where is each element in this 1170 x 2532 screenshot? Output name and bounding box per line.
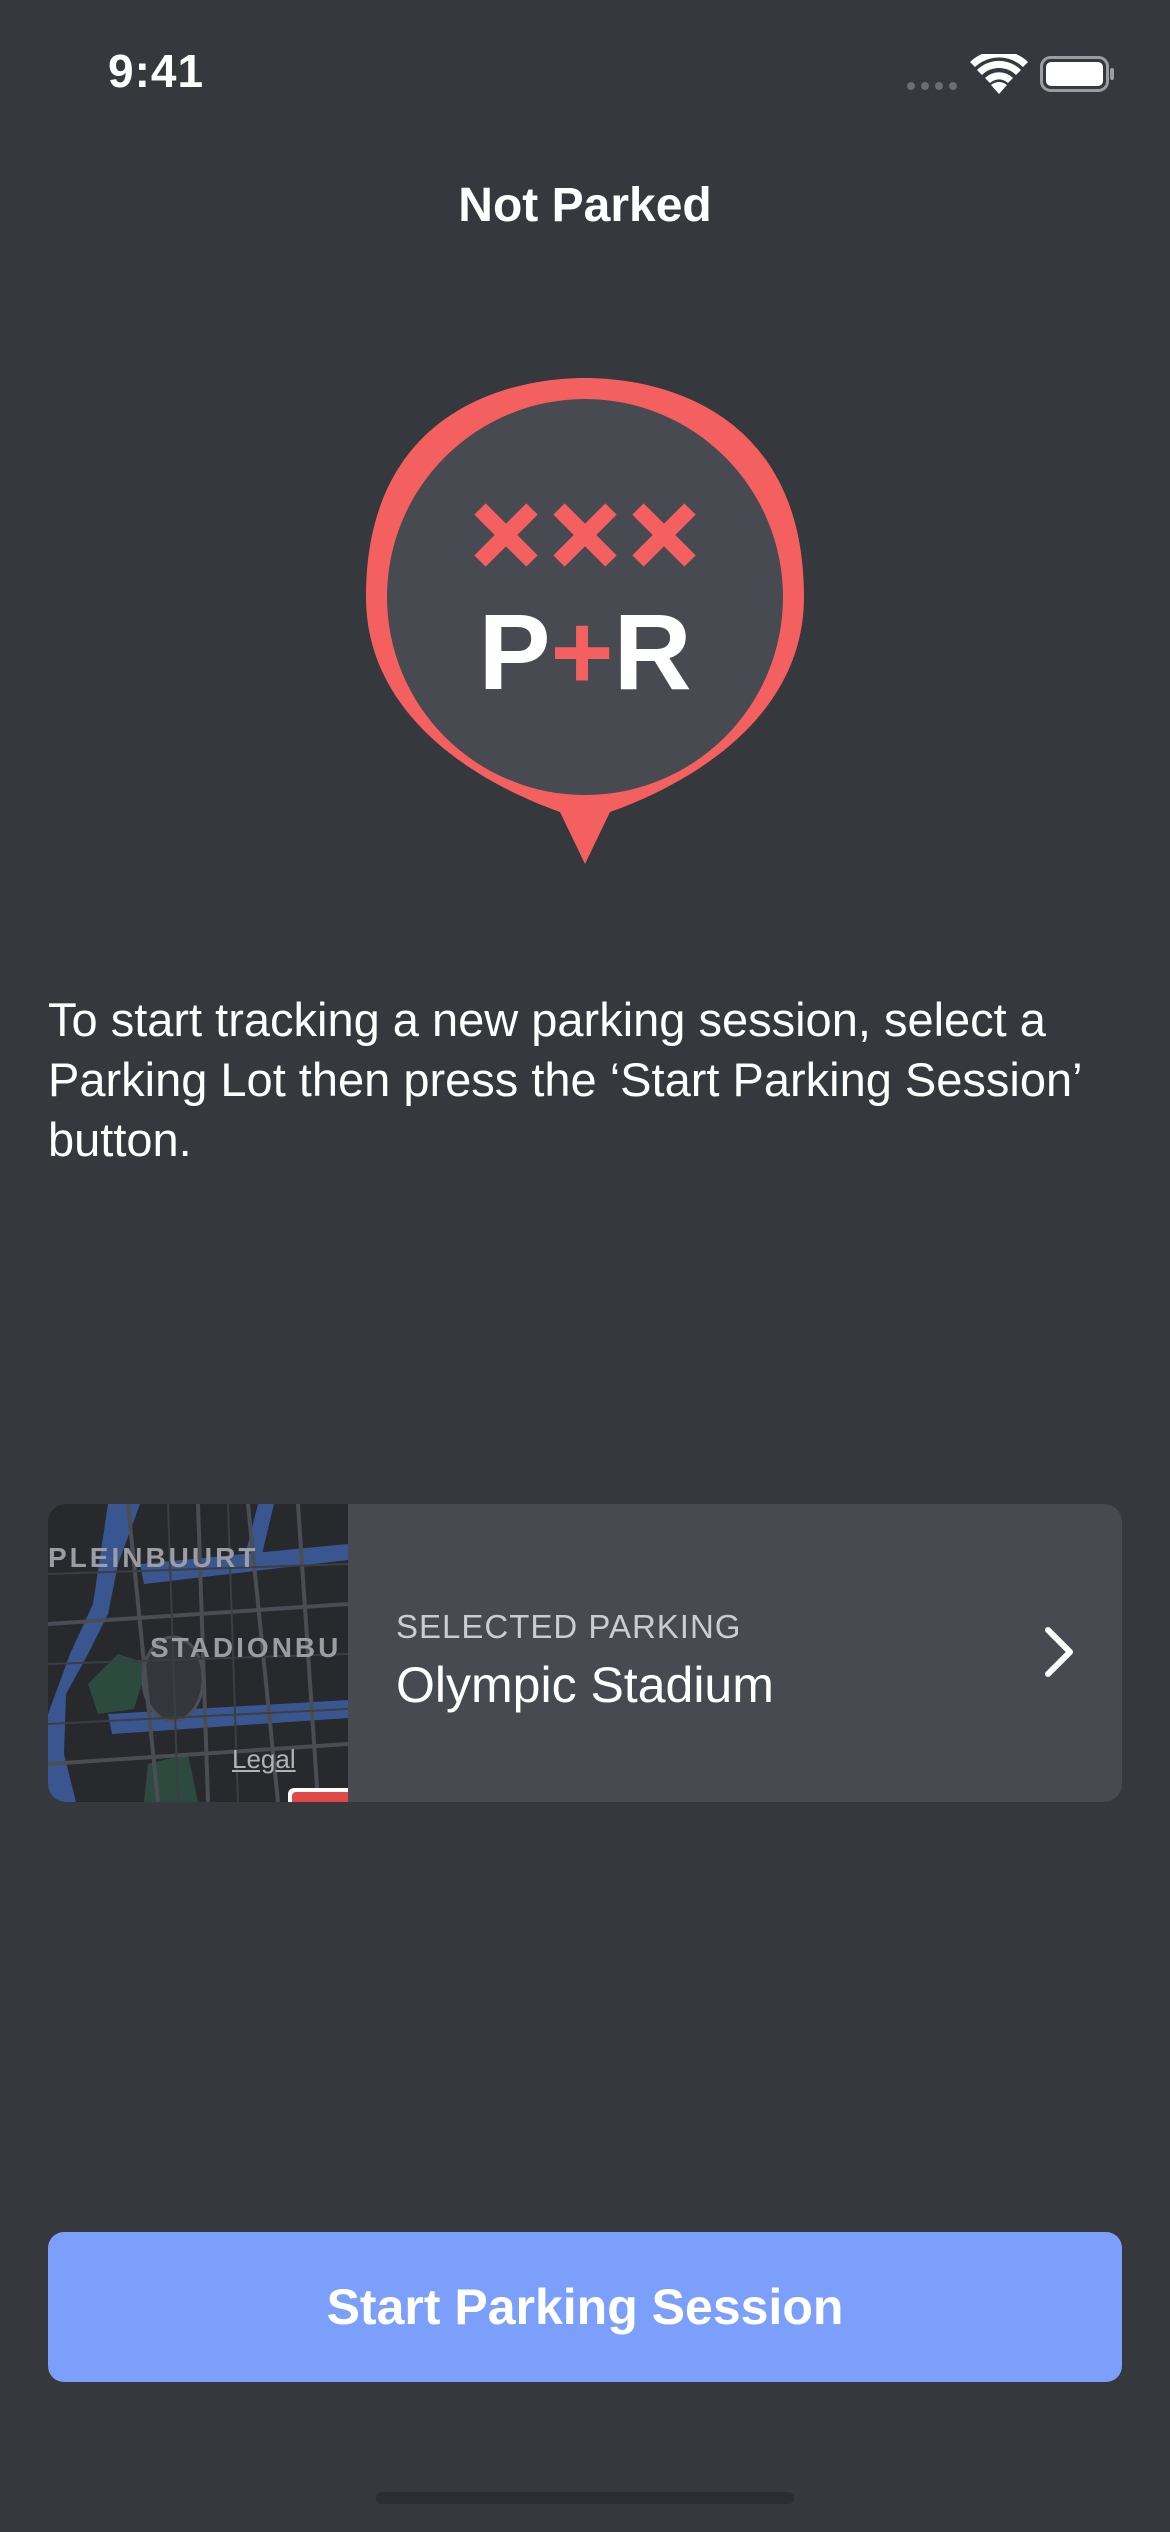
- status-time: 9:41: [108, 45, 205, 97]
- page-title: Not Parked: [458, 179, 712, 232]
- instructions-text: To start tracking a new parking session,…: [48, 993, 1081, 1166]
- map-thumbnail: PLEINBUURT STADIONBU Legal: [48, 1504, 348, 1802]
- svg-text:P+R: P+R: [478, 591, 691, 712]
- park-and-ride-pin-icon: P+R: [366, 378, 804, 864]
- home-indicator: [376, 2492, 794, 2504]
- status-bar: 9:41: [0, 0, 1170, 140]
- map-label-stadionbuurt: STADIONBU: [150, 1632, 342, 1663]
- selected-parking-name: Olympic Stadium: [396, 1657, 774, 1713]
- cellular-signal-icon: [907, 82, 957, 90]
- selected-parking-caption: SELECTED PARKING: [396, 1608, 742, 1645]
- map-legal-link[interactable]: Legal: [232, 1744, 296, 1775]
- chevron-right-icon: [1045, 1627, 1073, 1677]
- wifi-icon: [970, 54, 1028, 94]
- map-label-pleinbuurt: PLEINBUURT: [48, 1542, 259, 1573]
- start-parking-session-button[interactable]: Start Parking Session: [48, 2232, 1122, 2382]
- selected-parking-card[interactable]: PLEINBUURT STADIONBU Legal SELECTED PARK…: [48, 1504, 1122, 1802]
- battery-icon: [1040, 56, 1114, 92]
- screen: 9:41 Not Parked P+R To start tracking a …: [0, 0, 1170, 2532]
